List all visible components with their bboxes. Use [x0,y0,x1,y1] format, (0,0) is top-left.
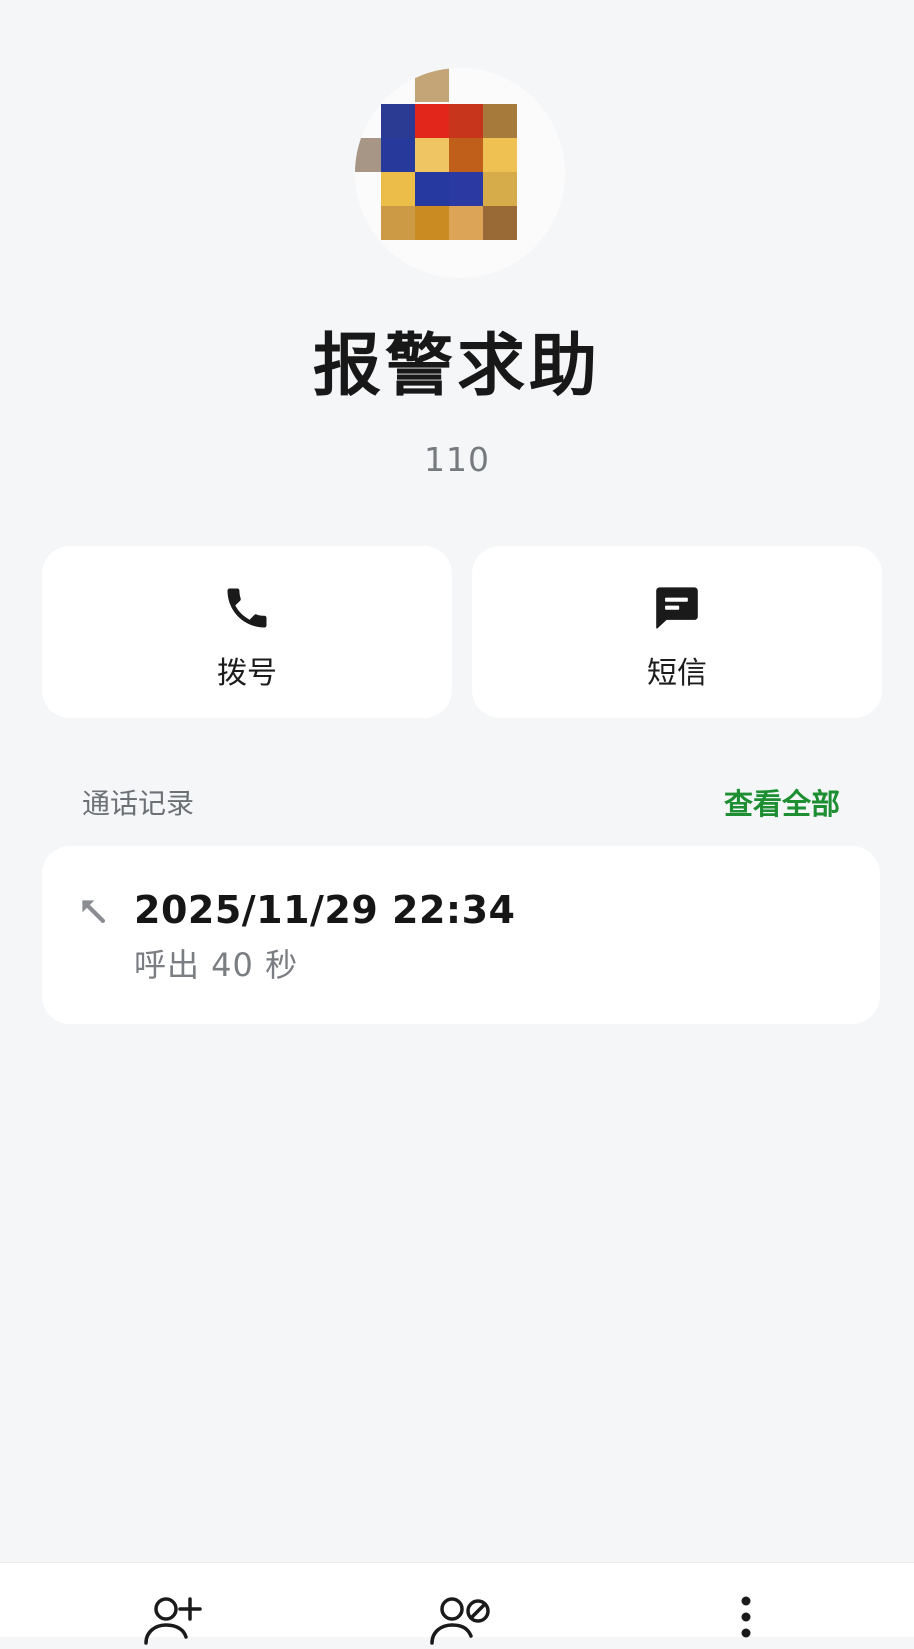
message-icon [651,582,703,634]
outgoing-call-icon [76,894,110,928]
block-contact-icon[interactable] [430,1595,492,1645]
contact-number: 110 [424,440,490,479]
add-contact-icon[interactable] [144,1595,206,1645]
call-button[interactable]: 拨号 [42,546,452,718]
sms-label: 短信 [647,656,707,691]
call-record-item[interactable]: 2025/11/29 22:34 呼出 40 秒 [42,846,880,1024]
call-label: 拨号 [217,656,277,691]
bottom-toolbar [0,1562,914,1645]
contact-name: 报警求助 [312,327,601,406]
call-detail: 呼出 40 秒 [134,946,299,984]
call-history-title: 通话记录 [82,787,195,820]
sms-button[interactable]: 短信 [472,546,882,718]
phone-icon [221,582,273,634]
call-datetime: 2025/11/29 22:34 [134,888,516,932]
contact-avatar [355,68,565,278]
more-options-icon[interactable] [728,1595,764,1645]
view-all-link[interactable]: 查看全部 [724,784,840,824]
